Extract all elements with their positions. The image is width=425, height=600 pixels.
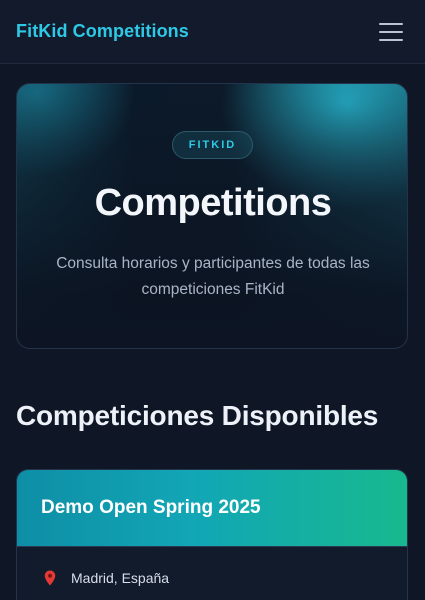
hamburger-menu-icon-line: [379, 38, 403, 41]
brand-title[interactable]: FitKid Competitions: [16, 21, 189, 42]
hero-badge: FITKID: [172, 131, 253, 159]
top-navbar: FitKid Competitions: [0, 0, 425, 64]
hero-banner: FITKID Competitions Consulta horarios y …: [16, 83, 408, 349]
competition-card[interactable]: Demo Open Spring 2025 Madrid, España: [16, 469, 408, 600]
hamburger-menu-icon: [379, 22, 403, 25]
menu-button[interactable]: [379, 22, 405, 42]
hamburger-menu-icon-line: [379, 30, 403, 33]
competition-location-text: Madrid, España: [71, 570, 170, 586]
competition-card-body: Madrid, España: [17, 547, 407, 600]
hero-title: Competitions: [94, 182, 332, 224]
section-title: Competiciones Disponibles: [16, 400, 379, 431]
competition-name[interactable]: Demo Open Spring 2025: [41, 497, 261, 519]
hero-subtitle: Consulta horarios y participantes de tod…: [56, 255, 370, 298]
competition-location: Madrid, España: [41, 569, 383, 587]
map-pin-icon: [44, 570, 56, 586]
competition-card-header: Demo Open Spring 2025: [17, 470, 407, 547]
